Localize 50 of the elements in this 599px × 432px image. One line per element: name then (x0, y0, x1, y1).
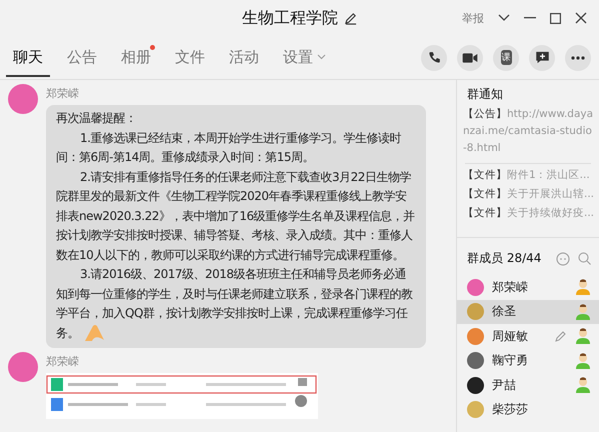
tab[interactable]: 设置 (276, 38, 333, 76)
sender-name: 郑荣嵘 (46, 86, 80, 101)
more-icon (571, 56, 585, 60)
sender-name: 郑荣嵘 (46, 354, 80, 369)
file-notice-item[interactable]: 【文件】关于持续做好疫... (457, 204, 599, 223)
tab[interactable]: 相册 (114, 38, 158, 76)
member-name: 徐圣 (492, 303, 517, 320)
file-notice-item[interactable]: 【文件】附件1：洪山区... (457, 166, 599, 185)
message-text: 3.请2016级、2017级、2018级各班班主任和辅导员老师务必通知到每一位重修的学生，及时与任课老师建立联系，登录各门课程的教学平台，加入QQ群，按计划教学安排按时上课，完成课程重修学习任务。 (56, 265, 416, 343)
member-name: 郑荣嵘 (492, 278, 529, 296)
message-text: 1.重修选课已经结束，本周开始学生进行重修学习。学生修读时间：第6周-第14周。重修成绩录入时间：第15周。 (56, 130, 402, 166)
member-row[interactable]: 郑荣嵘 (457, 275, 599, 300)
member-name: 柴莎莎 (492, 401, 529, 418)
phone-icon (427, 50, 441, 64)
notices-title: 群通知 (466, 86, 504, 103)
member-row[interactable]: 徐圣 (457, 300, 599, 324)
video-camera-icon (462, 50, 478, 64)
report-link[interactable]: 举报 (462, 10, 484, 26)
phone-button[interactable] (421, 44, 447, 70)
more-button[interactable] (565, 44, 591, 70)
class-button[interactable]: 课 (493, 44, 519, 70)
message-text: 再次温馨提醒： (56, 110, 138, 127)
tab[interactable]: 活动 (222, 38, 266, 76)
window-title: 生物工程学院 (242, 8, 338, 29)
file-notice-item[interactable]: 【文件】关于开展洪山辖... (457, 185, 599, 204)
tab[interactable]: 聊天 (6, 38, 50, 76)
avatar[interactable] (8, 84, 38, 114)
member-row[interactable]: 尹喆 (457, 373, 599, 398)
member-row[interactable]: 柴莎莎 (457, 398, 599, 422)
member-name: 尹喆 (492, 376, 517, 394)
minimize-button[interactable] (524, 17, 536, 19)
new-message-button[interactable] (529, 44, 555, 70)
chat-bubble-icon[interactable] (556, 252, 570, 266)
message-text: 2.请安排有重修指导任务的任课老师注意下载查收3月22日生物学院群里发的最新文件《生物工程学院2020年春季课程重修线上教学安排表new2020.3.22》，表中增加了16级重修学生名单及课程信息，并按计划教学安排按时授课、辅导答疑、考核、录入成绩。其中：重修人数在10人以下的，教师可以采取约课的方式进行辅导完成课程重修。 (56, 168, 416, 264)
announcement-item[interactable]: 【公告】http://www.dayanzai.me/camtasia-studio-8.html (457, 103, 599, 157)
members-title: 群成员 28/44 (467, 250, 542, 267)
member-name: 鞠守勇 (492, 352, 529, 370)
video-call-button[interactable] (457, 44, 483, 70)
chevron-down-icon[interactable] (498, 14, 510, 22)
member-name: 周娅敏 (492, 328, 529, 345)
member-row[interactable]: 鞠守勇 (457, 348, 599, 373)
close-button[interactable] (575, 12, 587, 24)
tab[interactable]: 公告 (60, 38, 104, 76)
avatar[interactable] (8, 352, 38, 382)
member-row[interactable]: 周娅敏 (457, 324, 599, 348)
pencil-icon[interactable] (344, 12, 357, 25)
tab[interactable]: 文件 (168, 38, 212, 76)
message-plus-icon (534, 50, 550, 65)
search-icon[interactable] (578, 252, 591, 265)
maximize-button[interactable] (550, 12, 561, 24)
